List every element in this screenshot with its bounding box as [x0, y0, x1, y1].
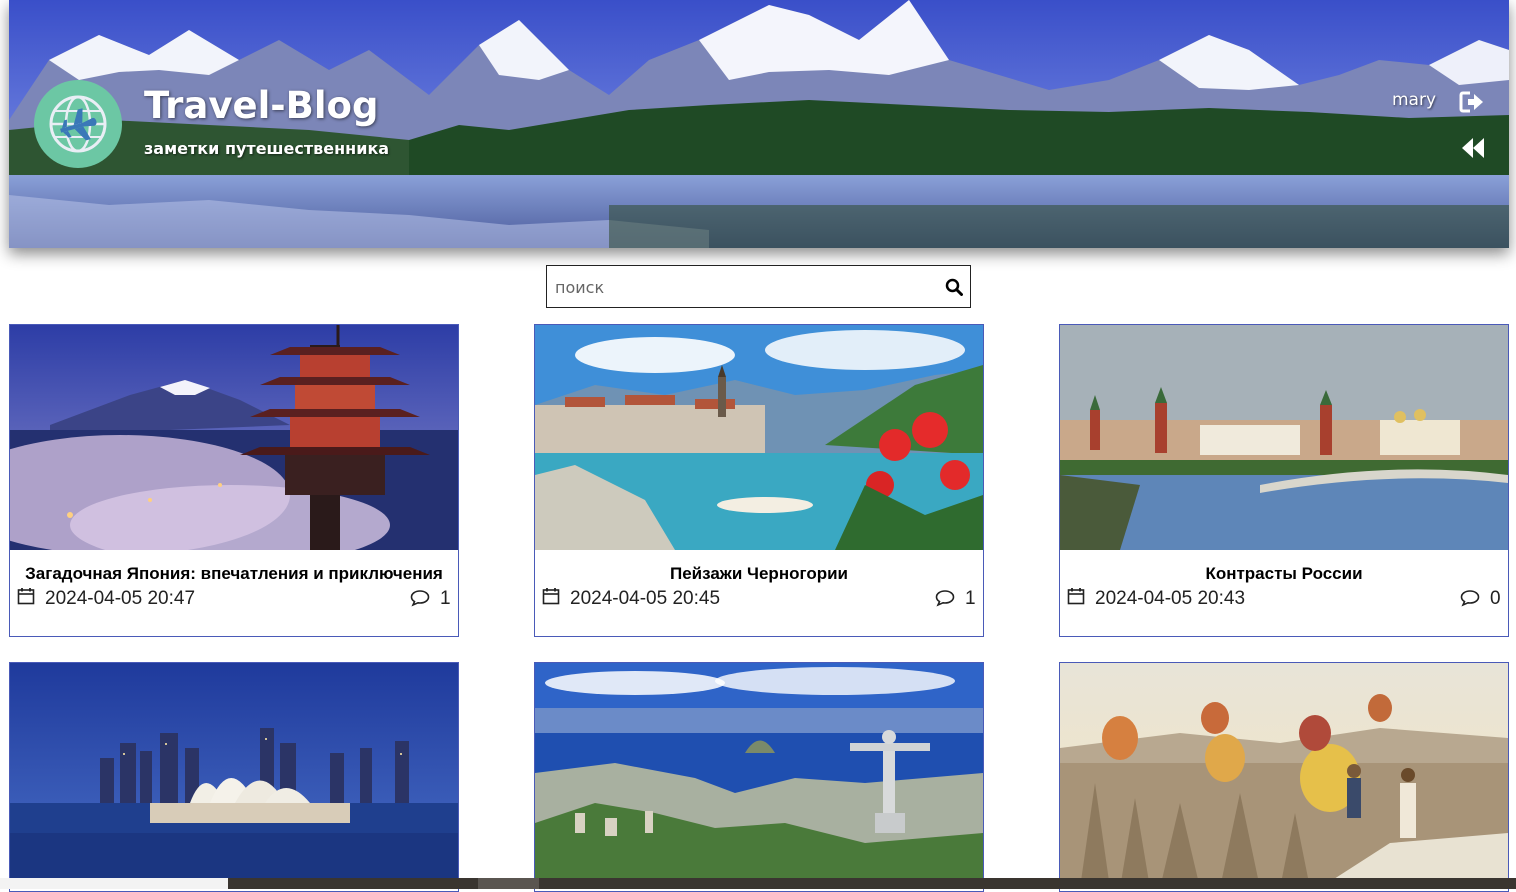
post-title[interactable]: Пейзажи Черногории	[535, 564, 983, 584]
site-subtitle: заметки путешественника	[144, 139, 390, 158]
taskbar-active-app[interactable]	[478, 878, 539, 889]
back-icon[interactable]	[1461, 136, 1485, 160]
user-name[interactable]: mary	[1392, 90, 1436, 110]
logout-icon[interactable]	[1459, 90, 1485, 114]
site-title[interactable]: Travel-Blog	[144, 84, 378, 127]
post-image[interactable]	[535, 663, 983, 888]
comment-icon[interactable]	[1460, 589, 1480, 607]
comment-icon[interactable]	[410, 589, 430, 607]
post-image[interactable]	[10, 325, 458, 550]
comment-count: 1	[440, 588, 451, 609]
post-card[interactable]: Загадочная Япония: впечатления и приключ…	[9, 324, 459, 637]
post-image[interactable]	[10, 663, 458, 888]
calendar-icon	[17, 588, 35, 605]
site-header: Travel-Blog заметки путешественника mary	[9, 0, 1509, 248]
post-title[interactable]: Загадочная Япония: впечатления и приключ…	[10, 564, 458, 584]
post-title[interactable]: Контрасты России	[1060, 564, 1508, 584]
post-image[interactable]	[535, 325, 983, 550]
comment-icon[interactable]	[935, 589, 955, 607]
plane-globe-logo-icon	[49, 95, 107, 153]
os-taskbar	[0, 878, 1516, 889]
taskbar-search-area[interactable]	[0, 878, 228, 889]
post-card[interactable]	[534, 662, 984, 892]
comment-count: 1	[965, 588, 976, 609]
post-card[interactable]	[9, 662, 459, 892]
search-icon[interactable]	[945, 278, 963, 296]
post-image[interactable]	[1060, 325, 1508, 550]
calendar-icon	[542, 588, 560, 605]
comment-count: 0	[1490, 588, 1501, 609]
post-date: 2024-04-05 20:43	[1095, 588, 1246, 609]
site-logo[interactable]	[34, 80, 122, 168]
post-date: 2024-04-05 20:45	[570, 588, 721, 609]
post-date: 2024-04-05 20:47	[45, 588, 196, 609]
calendar-icon	[1067, 588, 1085, 605]
post-card[interactable]: Пейзажи Черногории 2024-04-05 20:45 1	[534, 324, 984, 637]
search-input[interactable]	[553, 274, 933, 300]
post-card[interactable]	[1059, 662, 1509, 892]
post-card[interactable]: Контрасты России 2024-04-05 20:43 0	[1059, 324, 1509, 637]
search-bar	[546, 265, 971, 308]
post-image[interactable]	[1060, 663, 1508, 888]
